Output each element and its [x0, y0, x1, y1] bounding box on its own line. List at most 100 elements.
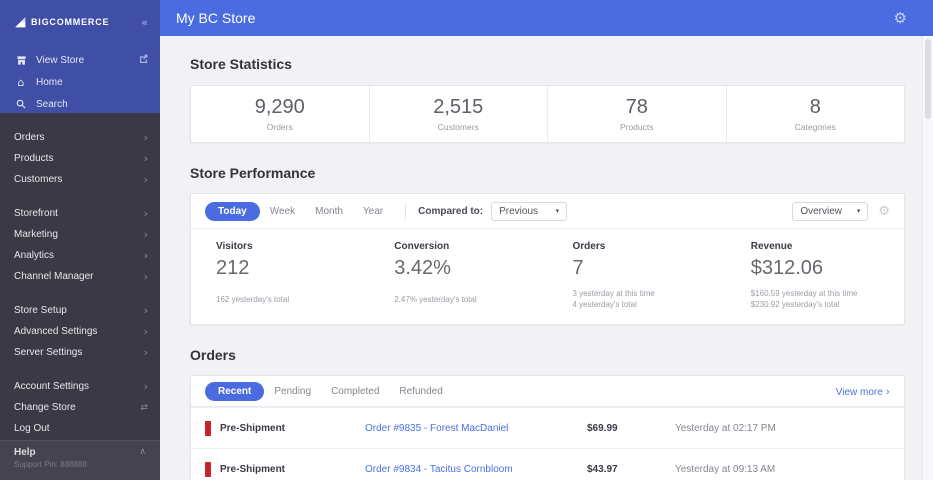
sidebar-item-orders[interactable]: Orders › — [0, 127, 160, 148]
chevron-right-icon: › — [143, 207, 148, 220]
status-label: Pre-Shipment — [220, 422, 286, 434]
metric-label: Revenue — [750, 241, 793, 252]
table-row[interactable]: Pre-Shipment Order #9835 - Forest MacDan… — [191, 407, 904, 448]
tab-today[interactable]: Today — [205, 201, 260, 221]
help-panel[interactable]: Help Support Pin: 888888 ∧ — [0, 440, 160, 480]
sidebar-item-log-out[interactable]: Log Out — [0, 418, 160, 439]
orders-title: Orders — [190, 347, 236, 363]
chevron-right-icon: › — [143, 304, 148, 317]
sidebar-item-analytics[interactable]: Analytics › — [0, 245, 160, 266]
sidebar-item-customers[interactable]: Customers › — [0, 169, 160, 190]
metric-label: Visitors — [216, 241, 253, 252]
view-store-label: View Store — [36, 54, 85, 66]
metric-value: 7 — [572, 257, 584, 279]
menu-label: Advanced Settings — [14, 326, 98, 337]
sidebar-item-view-store[interactable]: View Store — [0, 49, 160, 71]
stat-orders: 9,290 Orders — [191, 86, 369, 142]
order-amount: $43.97 — [587, 463, 618, 475]
collapse-sidebar-icon[interactable]: « — [141, 16, 148, 29]
stat-customers: 2,515 Customers — [368, 86, 548, 142]
orders-toolbar: Recent Pending Completed Refunded View m… — [191, 376, 904, 407]
store-statistics-title: Store Statistics — [190, 56, 292, 72]
metric-label: Orders — [572, 241, 606, 252]
scrollbar-thumb[interactable] — [925, 39, 931, 119]
order-amount: $69.99 — [587, 422, 618, 434]
sidebar-item-account-settings[interactable]: Account Settings › — [0, 376, 160, 397]
help-label: Help — [14, 447, 36, 458]
metric-sub: $160.59 yesterday at this time — [750, 289, 858, 298]
chevron-right-icon: › — [143, 173, 148, 186]
metric-sub: 4 yesterday's total — [572, 300, 637, 309]
metric-conversion: Conversion 3.42% 2.47% yesterday's total — [369, 241, 547, 310]
stat-value: 9,290 — [254, 96, 305, 118]
stat-products: 78 Products — [547, 86, 726, 142]
top-header: My BC Store ⚙ — [160, 0, 933, 36]
help-row: Help Support Pin: 888888 ∧ — [14, 447, 146, 469]
order-time: Yesterday at 02:17 PM — [675, 422, 776, 434]
tab-month[interactable]: Month — [305, 202, 353, 221]
tab-completed[interactable]: Completed — [321, 382, 389, 401]
tab-pending[interactable]: Pending — [264, 382, 321, 401]
menu-label: Log Out — [14, 423, 50, 434]
tab-year[interactable]: Year — [353, 202, 393, 221]
metric-sub: 2.47% yesterday's total — [394, 295, 477, 304]
order-status-cell: Pre-Shipment — [205, 420, 365, 436]
bigcommerce-logo[interactable]: BIGCOMMERCE — [14, 16, 109, 29]
sidebar-item-store-setup[interactable]: Store Setup › — [0, 300, 160, 321]
storefront-icon — [14, 55, 28, 66]
chevron-down-icon: ▾ — [856, 207, 861, 215]
order-link[interactable]: Order #9834 - Tacitus Cornbloom — [365, 464, 587, 475]
order-link[interactable]: Order #9835 - Forest MacDaniel — [365, 423, 587, 434]
menu-label: Marketing — [14, 229, 58, 240]
stat-label: Customers — [437, 122, 479, 132]
table-row[interactable]: Pre-Shipment Order #9834 - Tacitus Cornb… — [191, 448, 904, 480]
chevron-right-icon: › — [143, 228, 148, 241]
view-more-link[interactable]: View more › — [836, 385, 890, 398]
sidebar-item-server-settings[interactable]: Server Settings › — [0, 342, 160, 363]
performance-metrics: Visitors 212 162 yesterday's total Conve… — [191, 229, 904, 324]
main-content: Store Statistics 9,290 Orders 2,515 Cust… — [160, 36, 933, 480]
menu-label: Orders — [14, 132, 45, 143]
compared-to-label: Compared to: — [418, 205, 484, 217]
status-label: Pre-Shipment — [220, 463, 286, 475]
sidebar-quick-nav: View Store ⌂ Home Search — [0, 49, 160, 115]
tab-refunded[interactable]: Refunded — [389, 382, 452, 401]
store-title: My BC Store — [176, 10, 256, 26]
swap-store-icon: ⇄ — [140, 402, 148, 413]
chevron-right-icon: › — [143, 131, 148, 144]
stat-value: 78 — [625, 96, 648, 118]
home-icon: ⌂ — [17, 75, 25, 89]
sidebar-item-advanced-settings[interactable]: Advanced Settings › — [0, 321, 160, 342]
sidebar-item-change-store[interactable]: Change Store ⇄ — [0, 397, 160, 418]
compared-to-select[interactable]: Previous ▾ — [491, 201, 568, 221]
logo-row: BIGCOMMERCE « — [0, 9, 160, 35]
view-more-label: View more — [835, 386, 883, 398]
metric-sub: 3 yesterday at this time — [572, 289, 655, 298]
overview-select[interactable]: Overview ▾ — [792, 201, 869, 221]
chevron-right-icon: › — [143, 270, 148, 283]
sidebar-item-home[interactable]: ⌂ Home — [0, 71, 160, 93]
menu-label: Storefront — [14, 208, 58, 219]
metric-label: Conversion — [394, 241, 450, 252]
store-performance-title: Store Performance — [190, 165, 316, 181]
metric-revenue: Revenue $312.06 $160.59 yesterday at thi… — [726, 241, 904, 310]
stat-label: Categories — [794, 122, 836, 132]
logo-wordmark: BIGCOMMERCE — [31, 17, 110, 27]
orders-card: Recent Pending Completed Refunded View m… — [190, 375, 905, 480]
store-performance-card: Today Week Month Year Compared to: Previ… — [190, 193, 905, 325]
sidebar-item-marketing[interactable]: Marketing › — [0, 224, 160, 245]
sidebar-item-channel-manager[interactable]: Channel Manager › — [0, 266, 160, 287]
metric-value: 3.42% — [394, 257, 451, 279]
scrollbar-track[interactable] — [922, 36, 933, 480]
sidebar-item-search[interactable]: Search — [0, 93, 160, 115]
metric-value: 212 — [216, 257, 250, 279]
performance-gear-icon[interactable]: ⚙ — [878, 204, 890, 219]
tab-week[interactable]: Week — [260, 202, 305, 221]
tab-recent[interactable]: Recent — [205, 381, 265, 401]
chevron-right-icon: › — [143, 249, 148, 262]
sidebar-item-products[interactable]: Products › — [0, 148, 160, 169]
metric-visitors: Visitors 212 162 yesterday's total — [191, 241, 369, 310]
metric-sub: 162 yesterday's total — [216, 295, 290, 304]
sidebar-item-storefront[interactable]: Storefront › — [0, 203, 160, 224]
gear-icon[interactable]: ⚙ — [894, 9, 907, 27]
